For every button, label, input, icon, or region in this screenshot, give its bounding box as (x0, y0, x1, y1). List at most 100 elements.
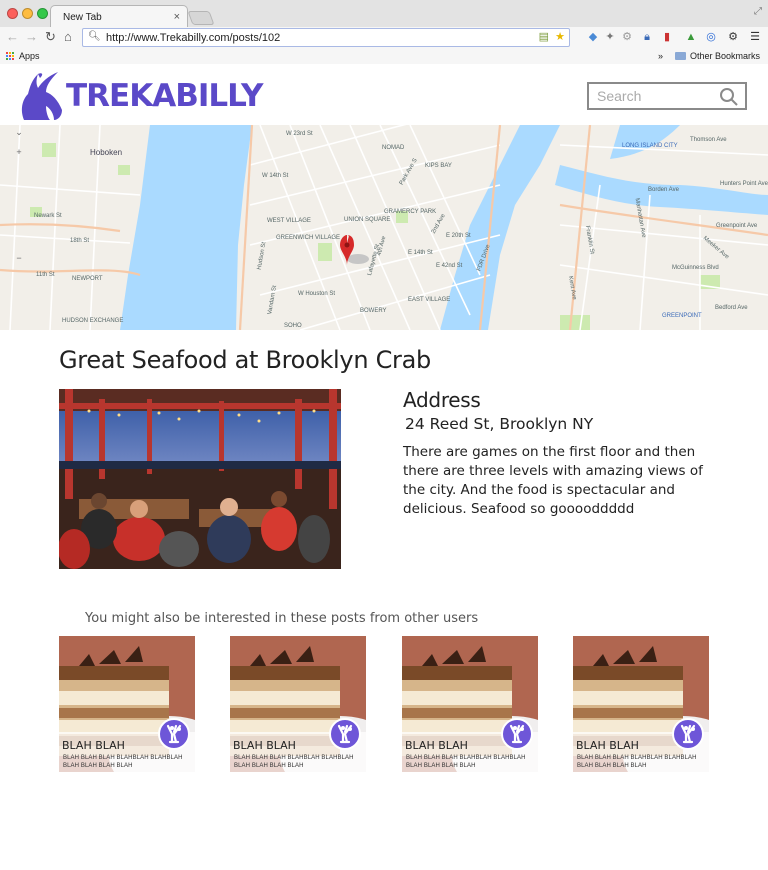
post-description: There are games on the first floor and t… (403, 444, 703, 517)
map-label-greenpoint: GREENPOINT (662, 313, 702, 319)
drinks-icon (509, 724, 525, 744)
tab-close-icon[interactable]: × (174, 11, 180, 23)
back-icon[interactable]: ← (6, 29, 19, 44)
site-logo[interactable]: TREKABILLY (18, 70, 263, 122)
related-post-card[interactable]: BLAH BLAH BLAH BLAH BLAH BLAHBLAH BLAHBL… (230, 636, 366, 772)
card-title: BLAH BLAH (233, 739, 296, 752)
card-title: BLAH BLAH (405, 739, 468, 752)
map[interactable]: Hoboken NOMAD KIPS BAY LONG ISLAND CITY … (0, 125, 768, 330)
folder-icon (674, 52, 686, 60)
map-label-e20: E 20th St (446, 233, 471, 239)
extension-icon-7[interactable]: ◎ (704, 30, 718, 44)
map-label-bowery: BOWERY (360, 308, 387, 314)
map-label-18th: 18th St (70, 238, 90, 244)
map-zoom-out-button[interactable]: − (12, 253, 26, 267)
extension-icon-6[interactable]: ▲ (684, 30, 698, 44)
card-title: BLAH BLAH (62, 739, 125, 752)
bookmarks-overflow-icon[interactable]: » (658, 51, 663, 61)
map-label-newport: NEWPORT (72, 276, 103, 282)
map-label-newark: Newark St (34, 213, 62, 219)
map-label-11th: 11th St (36, 272, 55, 278)
goat-logo-icon (21, 72, 63, 120)
other-bookmarks-label: Other Bookmarks (689, 51, 760, 61)
bookmarks-bar: Apps » Other Bookmarks (0, 49, 768, 64)
map-label-e42: E 42nd St (436, 263, 463, 269)
home-icon[interactable]: ⌂ (64, 29, 72, 44)
url-text: http://www.Trekabilly.com/posts/102 (106, 32, 281, 44)
page-action-icon[interactable]: ▤ (539, 30, 549, 43)
address-heading: Address (403, 388, 481, 412)
reload-icon[interactable]: ↻ (45, 29, 56, 45)
address-bar[interactable]: 🔍︎ http://www.Trekabilly.com/posts/102 ★… (82, 28, 570, 47)
bookmark-star-icon[interactable]: ★ (555, 30, 565, 43)
card-text: BLAH BLAH BLAH BLAHBLAH BLAHBLAH BLAH BL… (234, 755, 354, 769)
map-label-long-island-city: LONG ISLAND CITY (622, 143, 678, 149)
post-title: Great Seafood at Brooklyn Crab (59, 346, 431, 374)
restaurant-photo (59, 389, 341, 569)
map-label-w23: W 23rd St (286, 131, 313, 137)
apps-grid-icon (6, 51, 15, 61)
map-label-w-houston: W Houston St (298, 291, 336, 297)
category-badge (158, 718, 190, 750)
map-label-mcguinness: McGuinness Blvd (672, 265, 719, 271)
extension-icon-5[interactable]: ▮ (660, 30, 674, 44)
map-label-w14: W 14th St (262, 173, 289, 179)
apps-shortcut[interactable]: Apps (6, 51, 40, 61)
category-badge (672, 718, 704, 750)
settings-gear-icon[interactable]: ⚙ (726, 30, 740, 44)
apps-label: Apps (19, 51, 40, 61)
map-label-east-village: EAST VILLAGE (408, 297, 451, 303)
category-badge (329, 718, 361, 750)
map-zoom-compass-icon[interactable]: ⌄ (12, 127, 26, 141)
extension-icon-2[interactable]: ✦ (603, 30, 617, 44)
new-tab-button[interactable] (187, 11, 215, 25)
browser-chrome: New Tab × ⤢ ← → ↻ ⌂ 🔍︎ http://www.Trekab… (0, 0, 768, 64)
card-title: BLAH BLAH (576, 739, 639, 752)
map-label-greenwich-village: GREENWICH VILLAGE (276, 235, 341, 241)
other-bookmarks[interactable]: » Other Bookmarks (658, 51, 760, 61)
site-search (587, 82, 747, 110)
map-label-nomad: NOMAD (382, 145, 405, 151)
related-heading: You might also be interested in these po… (85, 611, 479, 626)
map-label-soho: SOHO (284, 323, 302, 329)
map-label-e14: E 14th St (408, 250, 433, 256)
map-label-gramercy-park: GRAMERCY PARK (384, 209, 437, 215)
map-label-kips-bay: KIPS BAY (425, 163, 452, 169)
map-label-borden: Borden Ave (648, 187, 679, 193)
related-post-card[interactable]: BLAH BLAH BLAH BLAH BLAH BLAHBLAH BLAHBL… (402, 636, 538, 772)
map-label-bedford: Bedford Ave (715, 305, 748, 311)
close-window-button[interactable] (7, 8, 18, 19)
category-badge (501, 718, 533, 750)
logo-wordmark: TREKABILLY (66, 78, 263, 114)
map-label-west-village: WEST VILLAGE (267, 218, 311, 224)
map-label-union-square: UNION SQUARE (344, 217, 391, 223)
related-post-card[interactable]: BLAH BLAH BLAH BLAH BLAH BLAHBLAH BLAHBL… (573, 636, 709, 772)
map-label-hudson-exchange: HUDSON EXCHANGE (62, 318, 124, 324)
address-text: 24 Reed St, Brooklyn NY (405, 415, 594, 433)
fullscreen-icon[interactable]: ⤢ (754, 6, 762, 17)
site-header: TREKABILLY (0, 65, 768, 125)
card-text: BLAH BLAH BLAH BLAHBLAH BLAHBLAH BLAH BL… (63, 755, 183, 769)
extension-icon-3[interactable]: ⚙ (620, 30, 634, 44)
card-text: BLAH BLAH BLAH BLAHBLAH BLAHBLAH BLAH BL… (406, 755, 526, 769)
extension-icon-1[interactable]: ◆ (586, 30, 600, 44)
maximize-window-button[interactable] (37, 8, 48, 19)
map-zoom-in-button[interactable]: + (12, 147, 26, 161)
search-input[interactable] (597, 84, 721, 108)
window-controls (7, 8, 48, 19)
map-label-thomson: Thomson Ave (690, 137, 727, 143)
related-post-card[interactable]: BLAH BLAH BLAH BLAH BLAH BLAHBLAH BLAHBL… (59, 636, 195, 772)
map-label-greenpoint-ave: Greenpoint Ave (716, 223, 758, 229)
forward-icon[interactable]: → (25, 29, 38, 44)
map-label-hoboken: Hoboken (90, 148, 123, 157)
post-photo (59, 389, 341, 569)
search-icon[interactable] (719, 87, 739, 107)
tab-title: New Tab (63, 12, 102, 23)
browser-toolbar: ← → ↻ ⌂ 🔍︎ http://www.Trekabilly.com/pos… (0, 27, 768, 49)
browser-tab[interactable]: New Tab × (50, 5, 188, 27)
menu-icon[interactable]: ☰ (748, 30, 762, 44)
search-icon: 🔍︎ (88, 31, 101, 42)
map-label-hunters-point: Hunters Point Ave (720, 181, 768, 187)
minimize-window-button[interactable] (22, 8, 33, 19)
extension-icon-4[interactable]: 🔒︎ (640, 30, 654, 44)
